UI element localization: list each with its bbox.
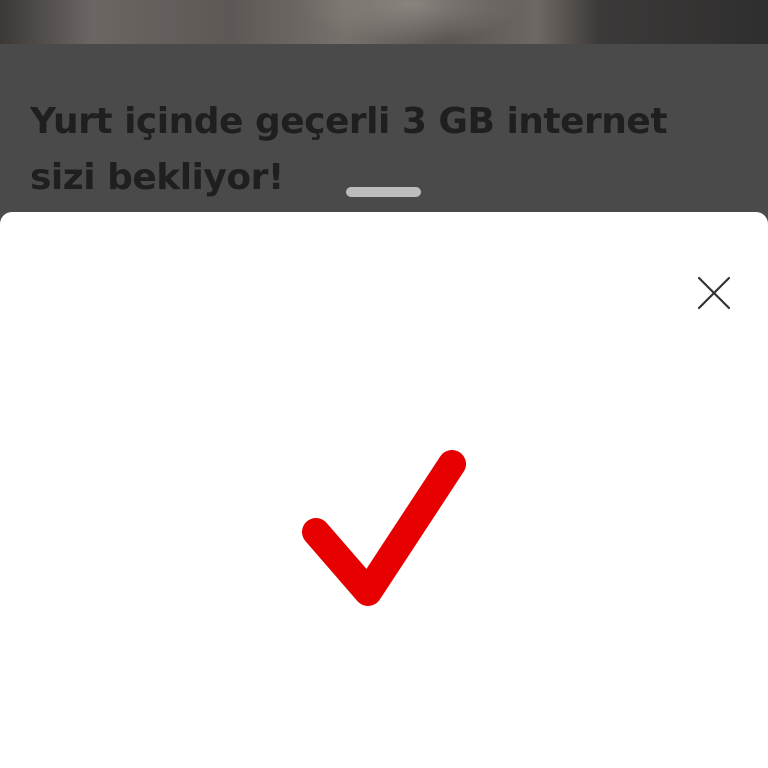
offer-title-line-1: Yurt içinde geçerli 3 GB internet: [30, 101, 668, 142]
app-screen: Yurt içinde geçerli 3 GB internet sizi b…: [0, 0, 768, 768]
checkmark-stroke: [302, 450, 466, 606]
sheet-drag-handle[interactable]: [346, 187, 421, 197]
hero-image: [0, 0, 768, 44]
checkmark-icon: [302, 450, 466, 606]
close-icon: [697, 276, 731, 310]
offer-title-line-2: sizi bekliyor!: [30, 157, 284, 198]
hero-image-highlight: [300, 0, 520, 44]
close-button[interactable]: [686, 265, 742, 321]
